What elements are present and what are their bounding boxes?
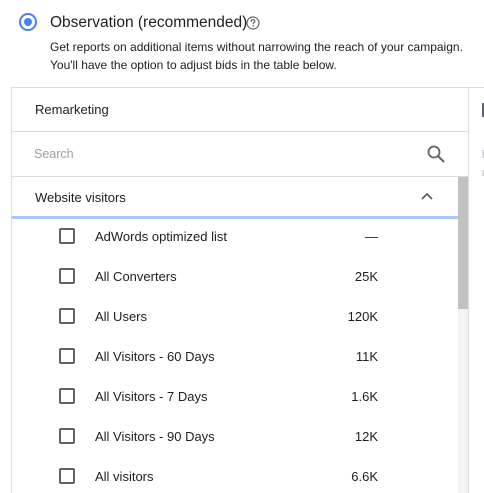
list-item[interactable]: All Visitors - 7 Days 1.6K <box>12 379 458 419</box>
item-size: 6.6K <box>351 469 378 484</box>
item-label: All visitors <box>95 469 154 484</box>
list-item[interactable]: All Visitors - 90 Days 12K <box>12 419 458 459</box>
item-checkbox[interactable] <box>59 388 75 404</box>
radio-selected-dot <box>24 18 32 26</box>
help-circle-icon[interactable] <box>246 16 260 30</box>
observation-description: Get reports on additional items without … <box>50 38 463 74</box>
item-size: 12K <box>354 429 378 444</box>
search-bar <box>12 132 468 177</box>
item-checkbox[interactable] <box>59 428 75 444</box>
list-item[interactable]: All Users 120K <box>12 299 458 339</box>
remarketing-panel: Remarketing Website visitors AdWords opt… <box>11 87 468 493</box>
panel-header-label: Remarketing <box>35 102 109 117</box>
description-line-2: You'll have the option to adjust bids in… <box>50 58 337 72</box>
item-checkbox[interactable] <box>59 268 75 284</box>
observation-option-title[interactable]: Observation (recommended) <box>50 14 247 32</box>
list-item[interactable]: All visitors 6.6K <box>12 459 458 493</box>
list-item[interactable]: All Converters 25K <box>12 259 458 299</box>
item-checkbox[interactable] <box>59 348 75 364</box>
item-size: 1.6K <box>351 389 378 404</box>
website-visitors-section-header[interactable]: Website visitors <box>12 177 458 219</box>
item-label: All Visitors - 90 Days <box>95 429 215 444</box>
adjacent-panel <box>468 87 484 493</box>
list-item[interactable]: All Visitors - 60 Days 11K <box>12 339 458 379</box>
description-line-1: Get reports on additional items without … <box>50 40 463 54</box>
panel-header: Remarketing <box>12 88 468 132</box>
item-size: 120K <box>347 309 378 324</box>
item-label: All Visitors - 7 Days <box>95 389 208 404</box>
item-label: All Converters <box>95 269 177 284</box>
item-label: All Users <box>95 309 148 324</box>
audience-list: AdWords optimized list — All Converters … <box>12 219 458 493</box>
scrollbar-thumb[interactable] <box>458 177 468 309</box>
section-label: Website visitors <box>35 190 126 205</box>
chevron-up-icon[interactable] <box>419 188 435 204</box>
search-input[interactable] <box>34 144 414 164</box>
list-scrollbar[interactable] <box>458 177 468 493</box>
targeting-settings: Observation (recommended) Get reports on… <box>0 0 484 493</box>
item-label: AdWords optimized list <box>95 229 227 244</box>
item-size: 11K <box>355 349 378 364</box>
list-item[interactable]: AdWords optimized list — <box>12 219 458 259</box>
item-label: All Visitors - 60 Days <box>95 349 215 364</box>
item-checkbox[interactable] <box>59 468 75 484</box>
observation-radio[interactable] <box>19 13 37 31</box>
item-checkbox[interactable] <box>59 308 75 324</box>
item-size: 25K <box>354 269 378 284</box>
search-icon[interactable] <box>426 144 446 164</box>
item-checkbox[interactable] <box>59 228 75 244</box>
item-size: — <box>365 229 378 244</box>
